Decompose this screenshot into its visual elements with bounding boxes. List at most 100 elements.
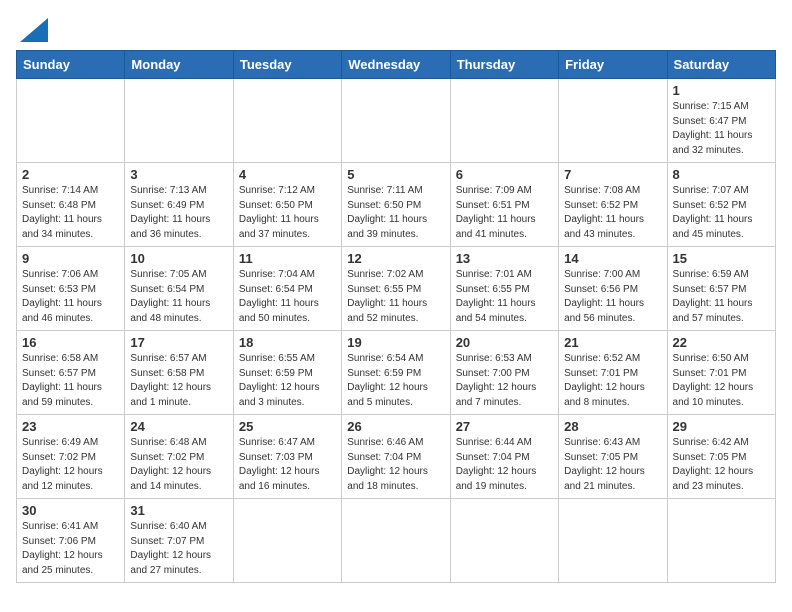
calendar-week-2: 9 Sunrise: 7:06 AM Sunset: 6:53 PM Daylig… <box>17 247 776 331</box>
calendar-cell: 20 Sunrise: 6:53 AM Sunset: 7:00 PM Dayli… <box>450 331 558 415</box>
day-info: Sunrise: 6:47 AM Sunset: 7:03 PM Dayligh… <box>239 436 336 494</box>
logo-icon <box>20 18 48 42</box>
day-number: 6 <box>456 167 553 182</box>
day-info: Sunrise: 7:08 AM Sunset: 6:52 PM Dayligh… <box>564 184 661 242</box>
weekday-header-thursday: Thursday <box>450 51 558 79</box>
day-number: 29 <box>673 419 770 434</box>
day-number: 25 <box>239 419 336 434</box>
calendar-cell: 11 Sunrise: 7:04 AM Sunset: 6:54 PM Dayli… <box>233 247 341 331</box>
day-info: Sunrise: 6:40 AM Sunset: 7:07 PM Dayligh… <box>130 520 227 578</box>
calendar-cell: 21Sunrise: 6:52 AM Sunset: 7:01 PM Dayli… <box>559 331 667 415</box>
calendar-cell: 15Sunrise: 6:59 AM Sunset: 6:57 PM Dayli… <box>667 247 775 331</box>
calendar-cell: 16 Sunrise: 6:58 AM Sunset: 6:57 PM Dayli… <box>17 331 125 415</box>
day-number: 28 <box>564 419 661 434</box>
day-number: 11 <box>239 251 336 266</box>
calendar-cell: 8 Sunrise: 7:07 AM Sunset: 6:52 PM Daylig… <box>667 163 775 247</box>
day-number: 31 <box>130 503 227 518</box>
calendar-cell: 10 Sunrise: 7:05 AM Sunset: 6:54 PM Dayli… <box>125 247 233 331</box>
day-number: 21 <box>564 335 661 350</box>
day-number: 13 <box>456 251 553 266</box>
day-info: Sunrise: 7:14 AM Sunset: 6:48 PM Dayligh… <box>22 184 119 242</box>
day-info: Sunrise: 6:48 AM Sunset: 7:02 PM Dayligh… <box>130 436 227 494</box>
day-info: Sunrise: 6:59 AM Sunset: 6:57 PM Dayligh… <box>673 268 770 326</box>
calendar-cell <box>450 79 558 163</box>
day-info: Sunrise: 6:42 AM Sunset: 7:05 PM Dayligh… <box>673 436 770 494</box>
weekday-header-tuesday: Tuesday <box>233 51 341 79</box>
day-number: 12 <box>347 251 444 266</box>
day-info: Sunrise: 6:46 AM Sunset: 7:04 PM Dayligh… <box>347 436 444 494</box>
calendar-cell: 14 Sunrise: 7:00 AM Sunset: 6:56 PM Dayli… <box>559 247 667 331</box>
calendar-cell: 18 Sunrise: 6:55 AM Sunset: 6:59 PM Dayli… <box>233 331 341 415</box>
day-info: Sunrise: 7:13 AM Sunset: 6:49 PM Dayligh… <box>130 184 227 242</box>
day-info: Sunrise: 7:12 AM Sunset: 6:50 PM Dayligh… <box>239 184 336 242</box>
day-number: 3 <box>130 167 227 182</box>
day-info: Sunrise: 7:05 AM Sunset: 6:54 PM Dayligh… <box>130 268 227 326</box>
calendar-cell <box>17 79 125 163</box>
day-number: 27 <box>456 419 553 434</box>
calendar-cell <box>233 499 341 583</box>
calendar-cell: 17 Sunrise: 6:57 AM Sunset: 6:58 PM Dayli… <box>125 331 233 415</box>
day-number: 30 <box>22 503 119 518</box>
day-info: Sunrise: 7:07 AM Sunset: 6:52 PM Dayligh… <box>673 184 770 242</box>
day-info: Sunrise: 7:09 AM Sunset: 6:51 PM Dayligh… <box>456 184 553 242</box>
weekday-header-sunday: Sunday <box>17 51 125 79</box>
calendar-cell: 27 Sunrise: 6:44 AM Sunset: 7:04 PM Dayli… <box>450 415 558 499</box>
calendar-cell: 9 Sunrise: 7:06 AM Sunset: 6:53 PM Daylig… <box>17 247 125 331</box>
day-info: Sunrise: 6:55 AM Sunset: 6:59 PM Dayligh… <box>239 352 336 410</box>
calendar-cell: 30 Sunrise: 6:41 AM Sunset: 7:06 PM Dayli… <box>17 499 125 583</box>
calendar-cell <box>559 499 667 583</box>
calendar-cell: 24 Sunrise: 6:48 AM Sunset: 7:02 PM Dayli… <box>125 415 233 499</box>
day-number: 19 <box>347 335 444 350</box>
calendar-cell <box>342 499 450 583</box>
day-info: Sunrise: 6:41 AM Sunset: 7:06 PM Dayligh… <box>22 520 119 578</box>
day-number: 7 <box>564 167 661 182</box>
day-number: 22 <box>673 335 770 350</box>
day-info: Sunrise: 7:02 AM Sunset: 6:55 PM Dayligh… <box>347 268 444 326</box>
calendar-week-3: 16 Sunrise: 6:58 AM Sunset: 6:57 PM Dayli… <box>17 331 776 415</box>
calendar-cell: 26 Sunrise: 6:46 AM Sunset: 7:04 PM Dayli… <box>342 415 450 499</box>
calendar-week-4: 23Sunrise: 6:49 AM Sunset: 7:02 PM Dayli… <box>17 415 776 499</box>
calendar-cell: 6 Sunrise: 7:09 AM Sunset: 6:51 PM Daylig… <box>450 163 558 247</box>
calendar-cell: 2Sunrise: 7:14 AM Sunset: 6:48 PM Daylig… <box>17 163 125 247</box>
weekday-header-monday: Monday <box>125 51 233 79</box>
calendar-cell: 23Sunrise: 6:49 AM Sunset: 7:02 PM Dayli… <box>17 415 125 499</box>
calendar-cell: 4 Sunrise: 7:12 AM Sunset: 6:50 PM Daylig… <box>233 163 341 247</box>
day-info: Sunrise: 6:44 AM Sunset: 7:04 PM Dayligh… <box>456 436 553 494</box>
day-number: 24 <box>130 419 227 434</box>
calendar-cell <box>342 79 450 163</box>
day-number: 10 <box>130 251 227 266</box>
day-info: Sunrise: 7:15 AM Sunset: 6:47 PM Dayligh… <box>673 100 770 158</box>
calendar-cell <box>559 79 667 163</box>
day-number: 5 <box>347 167 444 182</box>
day-number: 26 <box>347 419 444 434</box>
day-info: Sunrise: 6:43 AM Sunset: 7:05 PM Dayligh… <box>564 436 661 494</box>
day-number: 18 <box>239 335 336 350</box>
day-number: 17 <box>130 335 227 350</box>
calendar-cell: 29 Sunrise: 6:42 AM Sunset: 7:05 PM Dayli… <box>667 415 775 499</box>
day-number: 20 <box>456 335 553 350</box>
day-number: 8 <box>673 167 770 182</box>
day-info: Sunrise: 6:58 AM Sunset: 6:57 PM Dayligh… <box>22 352 119 410</box>
weekday-header-saturday: Saturday <box>667 51 775 79</box>
day-info: Sunrise: 7:04 AM Sunset: 6:54 PM Dayligh… <box>239 268 336 326</box>
calendar-week-1: 2Sunrise: 7:14 AM Sunset: 6:48 PM Daylig… <box>17 163 776 247</box>
day-number: 16 <box>22 335 119 350</box>
day-number: 14 <box>564 251 661 266</box>
calendar-week-0: 1 Sunrise: 7:15 AM Sunset: 6:47 PM Daylig… <box>17 79 776 163</box>
calendar-cell: 7 Sunrise: 7:08 AM Sunset: 6:52 PM Daylig… <box>559 163 667 247</box>
calendar-cell: 5Sunrise: 7:11 AM Sunset: 6:50 PM Daylig… <box>342 163 450 247</box>
day-info: Sunrise: 7:06 AM Sunset: 6:53 PM Dayligh… <box>22 268 119 326</box>
day-number: 4 <box>239 167 336 182</box>
day-info: Sunrise: 6:49 AM Sunset: 7:02 PM Dayligh… <box>22 436 119 494</box>
day-info: Sunrise: 6:53 AM Sunset: 7:00 PM Dayligh… <box>456 352 553 410</box>
calendar-week-5: 30 Sunrise: 6:41 AM Sunset: 7:06 PM Dayli… <box>17 499 776 583</box>
day-number: 1 <box>673 83 770 98</box>
day-info: Sunrise: 7:00 AM Sunset: 6:56 PM Dayligh… <box>564 268 661 326</box>
weekday-header-wednesday: Wednesday <box>342 51 450 79</box>
calendar-cell: 19Sunrise: 6:54 AM Sunset: 6:59 PM Dayli… <box>342 331 450 415</box>
day-info: Sunrise: 6:57 AM Sunset: 6:58 PM Dayligh… <box>130 352 227 410</box>
page-header <box>16 16 776 42</box>
calendar-cell: 3 Sunrise: 7:13 AM Sunset: 6:49 PM Daylig… <box>125 163 233 247</box>
calendar-cell: 1 Sunrise: 7:15 AM Sunset: 6:47 PM Daylig… <box>667 79 775 163</box>
day-number: 9 <box>22 251 119 266</box>
